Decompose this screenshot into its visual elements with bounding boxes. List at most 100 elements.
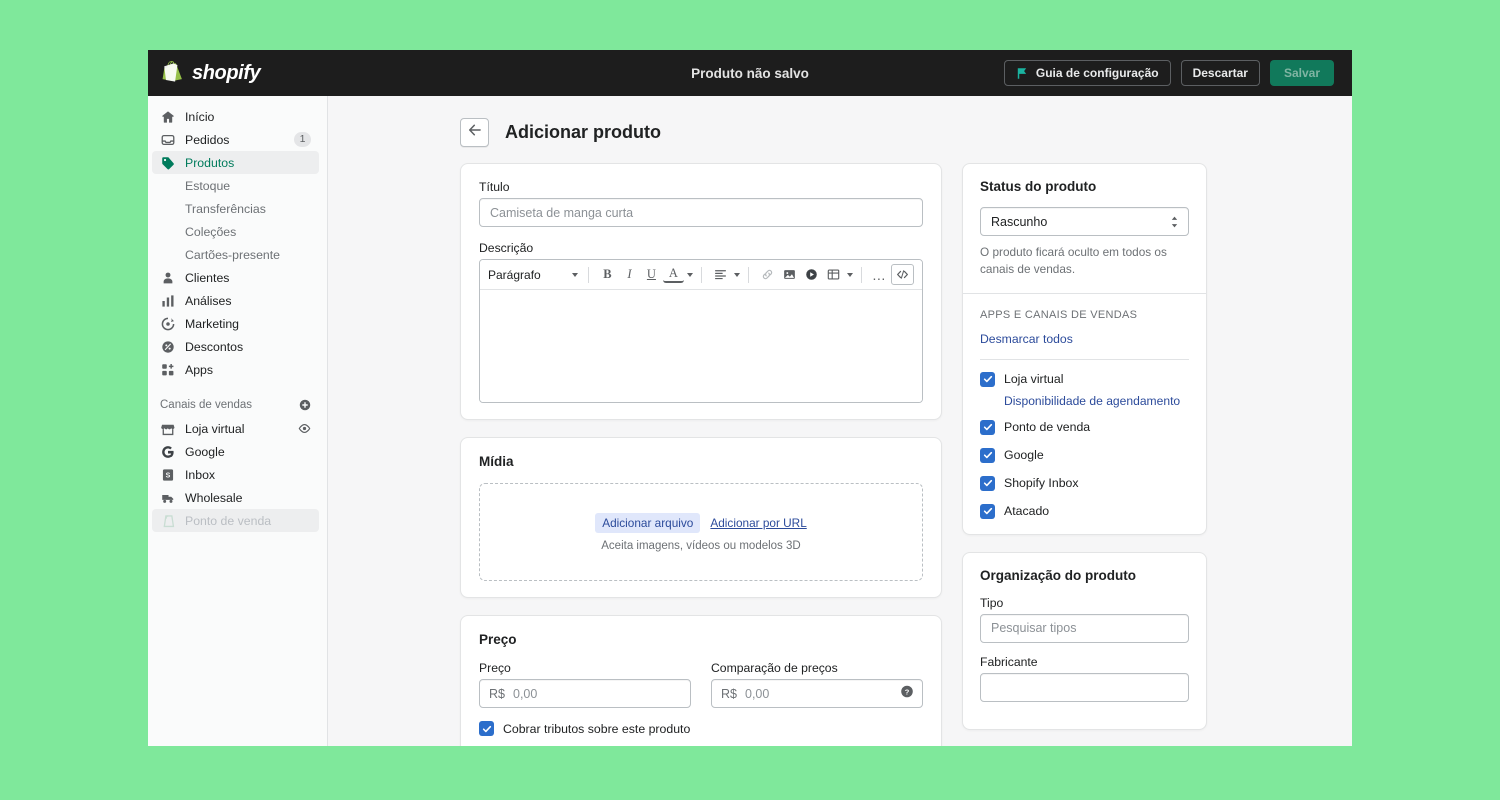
sidebar-item-produtos[interactable]: Produtos (152, 151, 319, 174)
deselect-all-link[interactable]: Desmarcar todos (980, 332, 1073, 346)
save-button[interactable]: Salvar (1269, 60, 1334, 86)
link-button[interactable] (757, 264, 778, 285)
compare-price-field-group: Comparação de preços R$ ? (711, 661, 923, 708)
channel-checkbox-google[interactable] (980, 447, 995, 463)
browser-viewport: shopify Produto não salvo Guia de config… (148, 50, 1352, 746)
sidebar-label-ponto-de-venda: Ponto de venda (185, 513, 272, 528)
channel-checkbox-atacado[interactable] (980, 503, 995, 519)
sidebar-item-wholesale[interactable]: Wholesale (152, 486, 319, 509)
svg-text:?: ? (905, 687, 910, 696)
sidebar-subitem-transferencias[interactable]: Transferências (152, 197, 319, 220)
description-editor: Parágrafo B I U A … (479, 259, 923, 403)
price-input[interactable] (479, 679, 691, 708)
channel-row-ponto-de-venda[interactable]: Ponto de venda (980, 419, 1189, 435)
top-bar: shopify Produto não salvo Guia de config… (148, 50, 1352, 96)
pricing-card: Preço Preço R$ Comparação de preços (460, 615, 942, 746)
sidebar-label-pedidos: Pedidos (185, 132, 230, 147)
align-button[interactable] (710, 264, 731, 285)
sidebar-item-analises[interactable]: Análises (152, 289, 319, 312)
title-field-label: Título (479, 180, 510, 194)
back-button[interactable] (460, 118, 489, 147)
flag-icon (1016, 67, 1029, 80)
product-status-select[interactable]: Rascunho (980, 207, 1189, 236)
preview-store-eye-icon[interactable] (298, 422, 311, 435)
sidebar-label-google: Google (185, 444, 225, 459)
insert-group (757, 264, 853, 285)
channel-label-atacado: Atacado (1004, 504, 1050, 518)
channels-divider (980, 358, 1189, 360)
sidebar-item-descontos[interactable]: Descontos (152, 335, 319, 358)
italic-button[interactable]: I (619, 264, 640, 285)
vendor-label: Fabricante (980, 654, 1038, 669)
tax-checkbox-row[interactable]: Cobrar tributos sobre este produto (479, 721, 923, 736)
sidebar-item-loja-virtual[interactable]: Loja virtual (152, 417, 319, 440)
underline-button[interactable]: U (641, 264, 662, 285)
channel-checkbox-loja-virtual[interactable] (980, 371, 995, 387)
status-helper-text: O produto ficará oculto em todos os cana… (980, 245, 1167, 276)
sidebar-item-ponto-de-venda[interactable]: Ponto de venda (152, 509, 319, 532)
discard-button[interactable]: Descartar (1180, 60, 1260, 86)
channel-checkbox-shopify-inbox[interactable] (980, 475, 995, 491)
sales-channels-header: Canais de vendas (152, 395, 319, 415)
insert-table-button[interactable] (823, 264, 844, 285)
text-color-chevron-down-icon[interactable] (686, 272, 693, 277)
channel-row-google[interactable]: Google (980, 447, 1189, 463)
type-label: Tipo (980, 595, 1004, 610)
channel-row-shopify-inbox[interactable]: Shopify Inbox (980, 475, 1189, 491)
title-input[interactable] (479, 198, 923, 227)
align-chevron-down-icon[interactable] (733, 272, 740, 277)
add-sales-channel-icon[interactable] (299, 399, 311, 411)
block-format-select[interactable]: Parágrafo (488, 268, 580, 282)
media-dropzone[interactable]: Adicionar arquivo Adicionar por URL Acei… (479, 483, 923, 581)
description-textarea[interactable] (480, 290, 922, 402)
pricing-card-title: Preço (479, 632, 517, 647)
channel-row-atacado[interactable]: Atacado (980, 503, 1189, 519)
bold-button[interactable]: B (597, 264, 618, 285)
insert-video-button[interactable] (801, 264, 822, 285)
insert-image-button[interactable] (779, 264, 800, 285)
scheduling-availability-link[interactable]: Disponibilidade de agendamento (1004, 394, 1189, 408)
sidebar-item-marketing[interactable]: Marketing (152, 312, 319, 335)
shopify-brand[interactable]: shopify (148, 61, 328, 85)
orders-count-badge: 1 (294, 132, 311, 147)
table-chevron-down-icon[interactable] (846, 272, 853, 277)
sidebar-item-google[interactable]: Google (152, 440, 319, 463)
sidebar-subitem-estoque[interactable]: Estoque (152, 174, 319, 197)
marketing-icon (160, 316, 175, 331)
channel-row-loja-virtual[interactable]: Loja virtual (980, 371, 1189, 387)
app-body: Início Pedidos 1 Produtos Estoque Transf… (148, 96, 1352, 746)
add-file-button[interactable]: Adicionar arquivo (595, 512, 701, 533)
product-type-input[interactable] (980, 613, 1189, 643)
organization-card-title: Organização do produto (980, 567, 1137, 583)
channel-checkbox-ponto-de-venda[interactable] (980, 419, 995, 435)
product-vendor-input[interactable] (980, 672, 1189, 702)
channel-label-google: Google (1004, 448, 1044, 462)
setup-guide-button[interactable]: Guia de configuração (1003, 60, 1171, 86)
brand-wordmark: shopify (192, 61, 261, 84)
sidebar-navigation: Início Pedidos 1 Produtos Estoque Transf… (148, 96, 328, 746)
editor-toolbar: Parágrafo B I U A … (480, 260, 922, 290)
type-field-group: Tipo (980, 596, 1189, 643)
sidebar-item-inicio[interactable]: Início (152, 105, 319, 128)
sidebar-subitem-cartoes-presente[interactable]: Cartões-presente (152, 243, 319, 266)
sidebar-label-loja-virtual: Loja virtual (185, 421, 245, 436)
add-by-url-link[interactable]: Adicionar por URL (710, 516, 806, 530)
orders-icon (160, 132, 175, 147)
more-options-button[interactable]: … (870, 264, 889, 285)
block-format-value: Parágrafo (488, 267, 541, 282)
sidebar-subitem-colecoes[interactable]: Coleções (152, 220, 319, 243)
code-view-button[interactable] (890, 264, 915, 285)
sidebar-item-clientes[interactable]: Clientes (152, 266, 319, 289)
sidebar-item-apps[interactable]: Apps (152, 358, 319, 381)
help-circle-icon[interactable]: ? (900, 684, 914, 703)
pos-icon (160, 513, 175, 528)
sidebar-label-wholesale: Wholesale (185, 490, 243, 505)
text-color-button[interactable]: A (662, 266, 684, 283)
sidebar-item-pedidos[interactable]: Pedidos 1 (152, 128, 319, 151)
channel-label-shopify-inbox: Shopify Inbox (1004, 476, 1079, 490)
compare-price-input[interactable] (711, 679, 923, 708)
tax-checkbox[interactable] (479, 721, 494, 736)
sidebar-item-inbox[interactable]: S Inbox (152, 463, 319, 486)
description-field-label: Descrição (479, 241, 534, 255)
sidebar-sublabel-colecoes: Coleções (185, 224, 237, 239)
